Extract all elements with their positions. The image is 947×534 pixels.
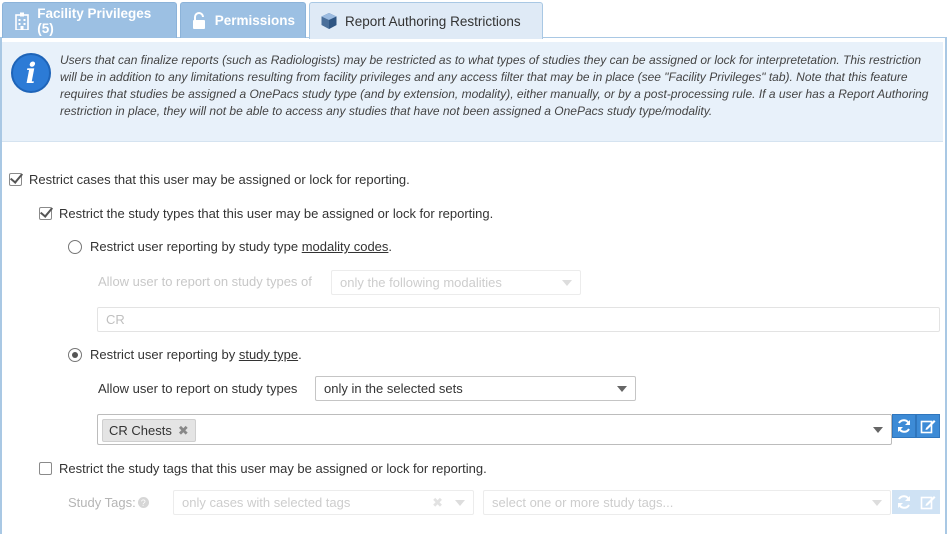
info-icon: i — [11, 53, 51, 93]
tab-report-authoring-restrictions[interactable]: Report Authoring Restrictions — [309, 2, 543, 39]
info-box: i Users that can finalize reports (such … — [2, 42, 943, 142]
chevron-down-icon — [562, 280, 572, 286]
tags-refresh-button[interactable] — [892, 490, 916, 514]
by-modality-radio[interactable] — [68, 239, 82, 254]
tab-label: Report Authoring Restrictions — [345, 13, 521, 29]
study-tags-placeholder: select one or more study tags... — [492, 495, 674, 510]
refresh-icon — [898, 419, 910, 433]
selected-tag: CR Chests ✖ — [102, 419, 196, 442]
restrict-tags-row[interactable]: Restrict the study tags that this user m… — [39, 461, 487, 476]
tab-label: Facility Privileges (5) — [37, 5, 152, 36]
hospital-icon — [13, 12, 30, 30]
tags-edit-button[interactable] — [916, 490, 940, 514]
restrict-types-label: Restrict the study types that this user … — [59, 206, 494, 221]
restrict-types-row[interactable]: Restrict the study types that this user … — [39, 206, 493, 221]
by-modality-suffix: . — [388, 239, 393, 254]
modality-filter-select[interactable]: only the following modalities — [331, 270, 581, 295]
by-modality-prefix: Restrict user reporting by study type — [90, 239, 302, 254]
modality-filter-value: only the following modalities — [340, 275, 502, 290]
modality-codes-value: CR — [106, 312, 125, 327]
refresh-icon — [898, 495, 910, 509]
chevron-down-icon — [455, 500, 465, 506]
remove-tag-icon[interactable]: ✖ — [178, 423, 189, 439]
chevron-down-icon[interactable] — [873, 427, 883, 433]
study-tags-label: Study Tags: — [68, 495, 136, 510]
restrict-types-checkbox[interactable] — [39, 207, 52, 220]
study-type-filter-value: only in the selected sets — [324, 381, 463, 396]
modality-codes-input[interactable]: CR — [97, 307, 940, 332]
study-type-filter-select[interactable]: only in the selected sets — [315, 376, 636, 401]
edit-button[interactable] — [916, 414, 940, 438]
study-tags-filter-value: only cases with selected tags — [182, 495, 351, 510]
restrict-cases-row[interactable]: Restrict cases that this user may be ass… — [9, 172, 410, 187]
refresh-button[interactable] — [892, 414, 916, 438]
restrict-cases-checkbox[interactable] — [9, 173, 22, 186]
by-modality-row[interactable]: Restrict user reporting by study type mo… — [68, 239, 392, 254]
study-tags-select[interactable]: select one or more study tags... — [483, 490, 891, 515]
modality-codes-link[interactable]: modality codes — [302, 239, 389, 254]
help-icon: ? — [137, 497, 149, 508]
restrict-tags-checkbox[interactable] — [39, 462, 52, 475]
edit-icon — [920, 496, 936, 510]
cube-icon — [320, 12, 338, 30]
clear-icon: ✖ — [432, 495, 443, 510]
study-tags-label-row: Study Tags: ? — [68, 495, 149, 510]
chevron-down-icon — [617, 386, 627, 392]
tab-label: Permissions — [214, 13, 295, 28]
edit-icon — [920, 420, 936, 434]
by-study-type-prefix: Restrict user reporting by — [90, 347, 239, 362]
modality-allow-label: Allow user to report on study types of — [98, 274, 312, 289]
study-type-link[interactable]: study type — [239, 347, 298, 362]
tab-bar: Facility Privileges (5) Permissions Repo… — [0, 0, 947, 39]
info-text: Users that can finalize reports (such as… — [60, 53, 929, 118]
chevron-down-icon — [872, 500, 882, 506]
by-study-type-row[interactable]: Restrict user reporting by study type . — [68, 347, 302, 362]
study-type-allow-label: Allow user to report on study types — [98, 381, 298, 396]
unlock-icon — [191, 11, 208, 30]
by-study-type-suffix: . — [298, 347, 302, 362]
study-type-sets-select[interactable]: CR Chests ✖ — [97, 414, 892, 445]
by-study-type-radio[interactable] — [68, 347, 82, 362]
restrict-cases-label: Restrict cases that this user may be ass… — [29, 172, 410, 187]
tab-facility-privileges[interactable]: Facility Privileges (5) — [2, 2, 177, 38]
study-tags-filter-select[interactable]: only cases with selected tags ✖ — [173, 490, 474, 515]
restrict-tags-label: Restrict the study tags that this user m… — [59, 461, 487, 476]
tab-permissions[interactable]: Permissions — [180, 2, 306, 38]
tag-label: CR Chests — [109, 423, 172, 438]
